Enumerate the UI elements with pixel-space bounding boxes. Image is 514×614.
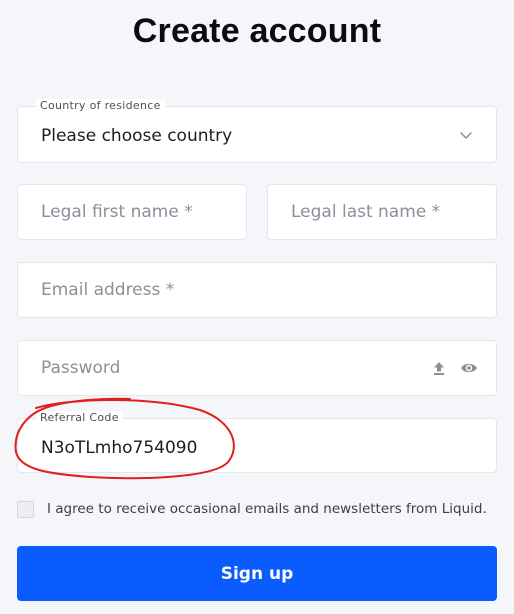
referral-code-value: N3oTLmho754090 bbox=[41, 438, 198, 458]
sign-up-button[interactable]: Sign up bbox=[17, 546, 497, 601]
email-placeholder: Email address * bbox=[41, 280, 175, 300]
password-field[interactable]: Password bbox=[17, 340, 497, 396]
referral-code-label: Referral Code bbox=[36, 411, 123, 425]
country-label: Country of residence bbox=[36, 99, 165, 113]
page-title: Create account bbox=[132, 12, 382, 50]
country-select[interactable]: Country of residence Please choose count… bbox=[17, 99, 497, 163]
eye-icon[interactable] bbox=[460, 361, 478, 375]
newsletter-consent-text: I agree to receive occasional emails and… bbox=[47, 501, 487, 517]
newsletter-checkbox[interactable] bbox=[17, 501, 34, 518]
last-name-placeholder: Legal last name * bbox=[291, 202, 441, 222]
email-field[interactable]: Email address * bbox=[17, 262, 497, 318]
last-name-field[interactable]: Legal last name * bbox=[267, 184, 497, 240]
referral-code-field[interactable]: Referral Code N3oTLmho754090 bbox=[17, 411, 497, 473]
upload-icon[interactable] bbox=[432, 360, 446, 376]
first-name-field[interactable]: Legal first name * bbox=[17, 184, 247, 240]
country-selected-value: Please choose country bbox=[41, 126, 233, 146]
password-placeholder: Password bbox=[41, 358, 121, 378]
chevron-down-icon[interactable] bbox=[458, 127, 474, 143]
first-name-placeholder: Legal first name * bbox=[41, 202, 193, 222]
